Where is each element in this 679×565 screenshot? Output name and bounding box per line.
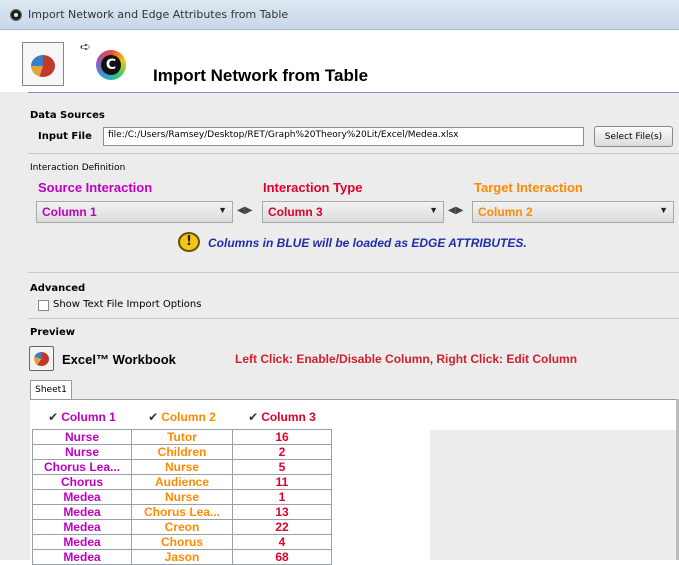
- table-cell: 16: [232, 429, 332, 445]
- show-import-options-label: Show Text File Import Options: [53, 299, 202, 310]
- table-cell: Chorus Lea...: [32, 459, 132, 475]
- table-cell: Chorus Lea...: [131, 504, 233, 520]
- preview-label: Preview: [30, 327, 76, 338]
- divider: [28, 153, 679, 154]
- input-file-field[interactable]: file:/C:/Users/Ramsey/Desktop/RET/Graph%…: [103, 127, 584, 146]
- chevron-down-icon: ▼: [429, 205, 438, 215]
- data-sources-label: Data Sources: [30, 110, 105, 121]
- table-cell: Audience: [131, 474, 233, 490]
- table-cell: Nurse: [32, 429, 132, 445]
- table-cell: Medea: [32, 519, 132, 535]
- table-cell: Medea: [32, 549, 132, 565]
- target-interaction-label: Target Interaction: [474, 180, 583, 195]
- interaction-type-label: Interaction Type: [263, 180, 363, 195]
- header-divider: [28, 92, 679, 93]
- checkmark-icon: ✔: [248, 410, 259, 424]
- table-row: Nurse Tutor 16: [32, 429, 332, 445]
- title-bar: Import Network and Edge Attributes from …: [0, 0, 679, 30]
- table-cell: 13: [232, 504, 332, 520]
- table-cell: Chorus: [131, 534, 233, 550]
- column-header-label: Column 2: [161, 410, 216, 424]
- table-row: Medea Chorus 4: [32, 534, 332, 550]
- table-cell: 4: [232, 534, 332, 550]
- edge-attributes-note: Columns in BLUE will be loaded as EDGE A…: [208, 236, 527, 250]
- chevron-down-icon: ▼: [659, 205, 668, 215]
- swap-arrows-icon[interactable]: ◀▶: [448, 205, 463, 216]
- column-header-1[interactable]: ✔ Column 1: [32, 405, 132, 430]
- table-row: Medea Creon 22: [32, 519, 332, 535]
- table-cell: Medea: [32, 504, 132, 520]
- warning-icon: !: [178, 232, 200, 252]
- column-hint: Left Click: Enable/Disable Column, Right…: [235, 352, 578, 366]
- interaction-type-select[interactable]: Column 3 ▼: [262, 201, 444, 223]
- table-cell: Nurse: [131, 459, 233, 475]
- table-cell: Creon: [131, 519, 233, 535]
- target-interaction-value: Column 2: [478, 205, 533, 219]
- table-cell: Medea: [32, 534, 132, 550]
- table-cell: 22: [232, 519, 332, 535]
- table-cell: Medea: [32, 489, 132, 505]
- checkmark-icon: ✔: [48, 410, 59, 424]
- table-cell: Chorus: [32, 474, 132, 490]
- table-cell: Nurse: [131, 489, 233, 505]
- tab-sheet1[interactable]: Sheet1: [30, 380, 72, 400]
- table-header-row: ✔ Column 1 ✔ Column 2 ✔ Column 3: [32, 405, 332, 430]
- column-header-label: Column 1: [61, 410, 116, 424]
- table-cell: 68: [232, 549, 332, 565]
- show-import-options-checkbox[interactable]: [38, 300, 49, 311]
- workbook-label: Excel™ Workbook: [62, 352, 176, 367]
- preview-empty-area: [430, 430, 679, 560]
- chevron-down-icon: ▼: [218, 205, 227, 215]
- table-document-icon: [22, 42, 64, 86]
- swap-arrows-icon[interactable]: ◀▶: [237, 205, 252, 216]
- divider: [28, 318, 679, 319]
- select-files-button[interactable]: Select File(s): [594, 126, 673, 147]
- source-interaction-value: Column 1: [42, 205, 97, 219]
- window-title: Import Network and Edge Attributes from …: [28, 8, 289, 21]
- table-row: Chorus Lea... Nurse 5: [32, 459, 332, 475]
- column-header-2[interactable]: ✔ Column 2: [131, 405, 233, 430]
- advanced-label: Advanced: [30, 283, 86, 294]
- divider: [28, 272, 679, 273]
- table-cell: 5: [232, 459, 332, 475]
- table-row: Medea Jason 68: [32, 549, 332, 565]
- cytoscape-color-logo-icon: C: [96, 50, 126, 80]
- input-file-label: Input File: [38, 131, 92, 142]
- source-interaction-label: Source Interaction: [38, 180, 153, 195]
- table-row: Chorus Audience 11: [32, 474, 332, 490]
- interaction-type-value: Column 3: [268, 205, 323, 219]
- table-cell: Children: [131, 444, 233, 460]
- column-header-3[interactable]: ✔ Column 3: [232, 405, 332, 430]
- table-row: Medea Nurse 1: [32, 489, 332, 505]
- cytoscape-logo-icon: [10, 9, 22, 21]
- interaction-definition-label: Interaction Definition: [30, 163, 126, 173]
- source-interaction-select[interactable]: Column 1 ▼: [36, 201, 233, 223]
- table-cell: Nurse: [32, 444, 132, 460]
- arrow-right-icon: ➪: [80, 40, 91, 55]
- table-cell: Tutor: [131, 429, 233, 445]
- excel-workbook-icon: [29, 346, 54, 371]
- table-row: Nurse Children 2: [32, 444, 332, 460]
- target-interaction-select[interactable]: Column 2 ▼: [472, 201, 674, 223]
- table-cell: 11: [232, 474, 332, 490]
- table-cell: Jason: [131, 549, 233, 565]
- table-row: Medea Chorus Lea... 13: [32, 504, 332, 520]
- page-title: Import Network from Table: [153, 66, 369, 85]
- preview-table: ✔ Column 1 ✔ Column 2 ✔ Column 3 Nurse Tuto…: [32, 405, 332, 565]
- checkmark-icon: ✔: [148, 410, 159, 424]
- column-header-label: Column 3: [261, 410, 316, 424]
- table-cell: 1: [232, 489, 332, 505]
- table-cell: 2: [232, 444, 332, 460]
